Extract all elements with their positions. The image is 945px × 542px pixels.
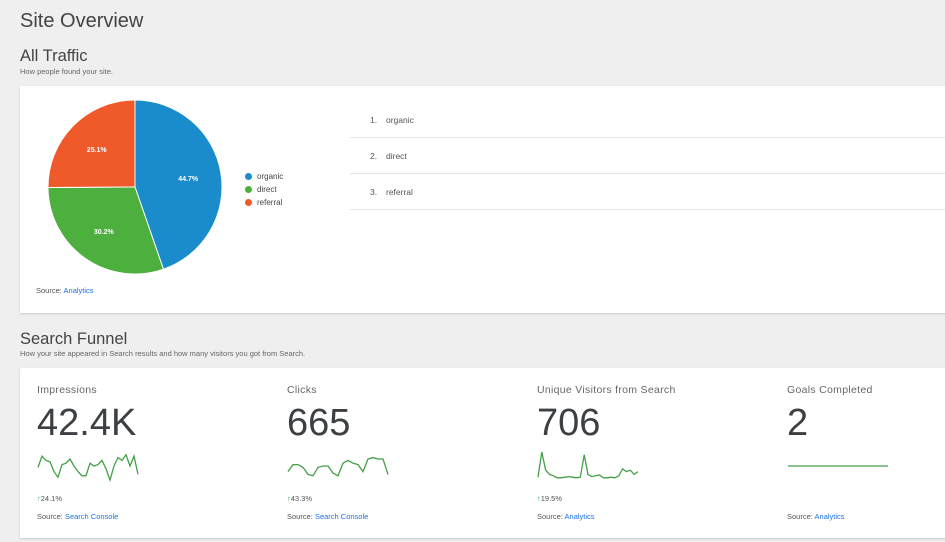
- sparkline: [37, 453, 139, 483]
- metric-unique-visitors-from-search: Unique Visitors from Search 706 ↑19.5% S…: [537, 368, 777, 538]
- metric-label: Unique Visitors from Search: [537, 384, 676, 396]
- label: organic: [386, 114, 414, 125]
- sparkline-line: [537, 451, 639, 479]
- list-item[interactable]: 3. referral: [350, 174, 945, 210]
- all-traffic-title: All Traffic: [20, 47, 88, 65]
- pie-chart: 44.7% 30.2% 25.1%: [47, 99, 223, 275]
- metric-value: 706: [537, 402, 601, 444]
- list-item[interactable]: 1. organic: [350, 102, 945, 138]
- source-link[interactable]: Analytics: [565, 512, 595, 521]
- pie-slice-referral[interactable]: [47, 99, 136, 189]
- metric-value: 665: [287, 402, 351, 444]
- legend-label: direct: [257, 185, 277, 194]
- legend-item-referral[interactable]: referral: [245, 196, 283, 209]
- label: referral: [386, 186, 413, 197]
- metric-impressions: Impressions 42.4K ↑24.1% Source: Search …: [37, 368, 277, 538]
- legend-label: referral: [257, 198, 283, 207]
- sparkline: [788, 465, 888, 467]
- legend-label: organic: [257, 172, 284, 181]
- metric-value: 42.4K: [37, 402, 137, 444]
- pie-label-referral: 25.1%: [87, 147, 108, 154]
- source-link[interactable]: Search Console: [65, 512, 118, 521]
- sparkline-line: [287, 456, 389, 477]
- delta-value: 19.5%: [540, 494, 563, 503]
- all-traffic-card: 44.7% 30.2% 25.1% organic direct referral …: [20, 86, 945, 313]
- delta-value: 43.3%: [290, 494, 313, 503]
- metric-goals-completed: Goals Completed 2 Source: Analytics: [787, 368, 945, 538]
- legend-item-organic[interactable]: organic: [245, 170, 283, 183]
- delta-value: 24.1%: [40, 494, 63, 503]
- source-label: Source:: [37, 512, 63, 521]
- label: direct: [386, 150, 407, 161]
- metric-value: 2: [787, 402, 809, 444]
- source-label: Source:: [287, 512, 313, 521]
- source-link[interactable]: Search Console: [315, 512, 368, 521]
- rank: 1.: [370, 114, 378, 125]
- sparkline-line: [37, 453, 139, 483]
- search-funnel-subtitle: How your site appeared in Search results…: [20, 349, 306, 358]
- search-funnel-title: Search Funnel: [20, 330, 128, 348]
- page-title: Site Overview: [20, 10, 144, 32]
- source-link[interactable]: Analytics: [815, 512, 845, 521]
- source-label: Source:: [537, 512, 563, 521]
- metric-label: Clicks: [287, 384, 317, 396]
- metric-source: Source: Search Console: [287, 512, 368, 521]
- legend-dot: [245, 173, 252, 180]
- metric-label: Goals Completed: [787, 384, 873, 396]
- rank: 2.: [370, 150, 378, 161]
- metric-delta: ↑19.5%: [537, 494, 562, 503]
- metric-clicks: Clicks 665 ↑43.3% Source: Search Console: [287, 368, 527, 538]
- source-link[interactable]: Analytics: [64, 286, 94, 295]
- sparkline: [537, 451, 639, 479]
- metric-delta: ↑24.1%: [37, 494, 62, 503]
- search-funnel-card: Impressions 42.4K ↑24.1% Source: Search …: [20, 368, 945, 538]
- all-traffic-source: Source: Analytics: [36, 286, 94, 295]
- metric-source: Source: Analytics: [537, 512, 595, 521]
- list-item[interactable]: 2. direct: [350, 138, 945, 174]
- metric-source: Source: Analytics: [787, 512, 845, 521]
- metric-source: Source: Search Console: [37, 512, 118, 521]
- legend-dot: [245, 186, 252, 193]
- all-traffic-subtitle: How people found your site.: [20, 67, 113, 76]
- pie-label-organic: 44.7%: [178, 176, 199, 183]
- source-label: Source:: [787, 512, 813, 521]
- sparkline: [287, 456, 389, 477]
- legend-item-direct[interactable]: direct: [245, 183, 283, 196]
- traffic-list: 1. organic 2. direct 3. referral: [350, 102, 945, 210]
- rank: 3.: [370, 186, 378, 197]
- metric-delta: ↑43.3%: [287, 494, 312, 503]
- pie-legend: organic direct referral: [245, 170, 283, 209]
- metric-label: Impressions: [37, 384, 97, 396]
- pie-label-direct: 30.2%: [94, 229, 115, 236]
- legend-dot: [245, 199, 252, 206]
- source-label: Source:: [36, 286, 62, 295]
